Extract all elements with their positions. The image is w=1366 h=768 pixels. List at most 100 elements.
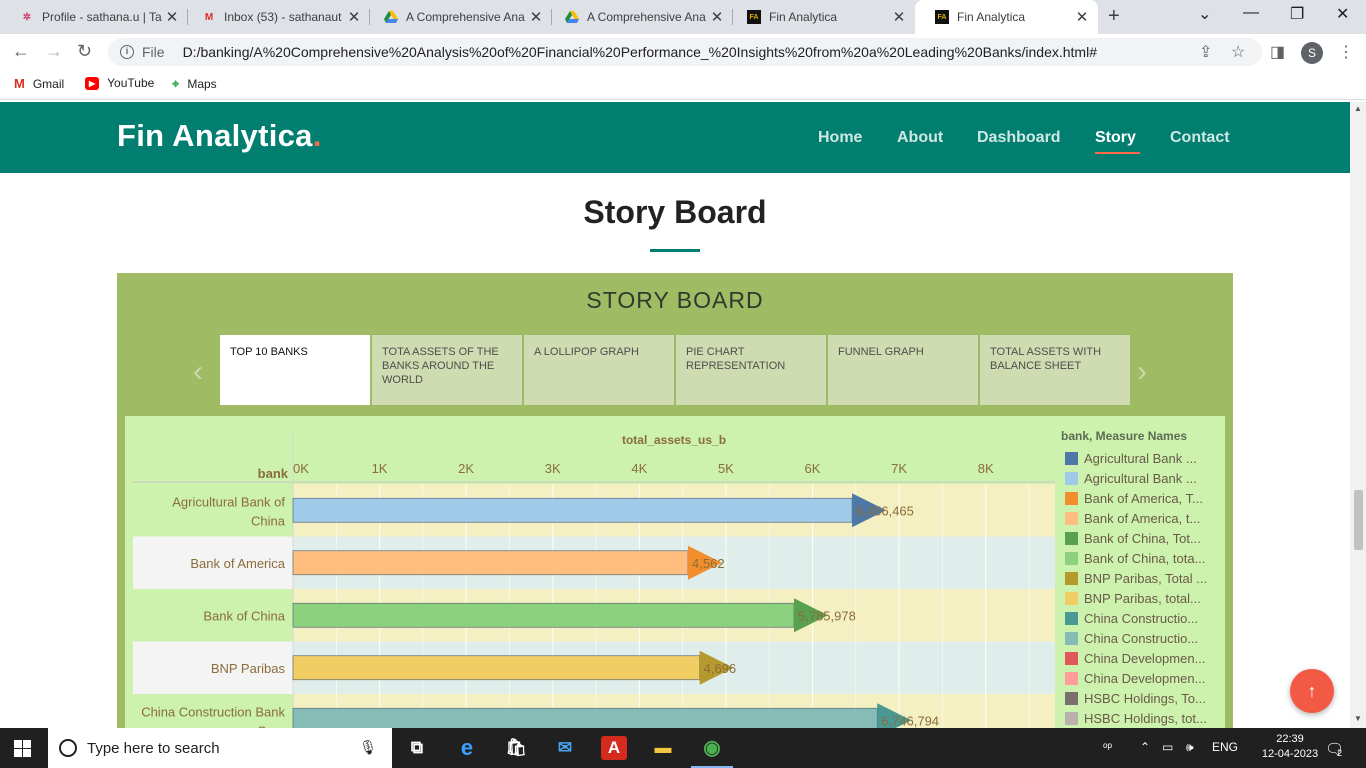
category-label: China [251,513,286,528]
close-icon[interactable]: ✕ [346,8,362,26]
story-point-4[interactable]: PIE CHART REPRESENTATION [676,335,826,405]
url-text[interactable]: D:/banking/A%20Comprehensive%20Analysis%… [183,44,1097,60]
notification-count: 2 [1337,748,1343,758]
taskbar-clock[interactable]: 22:39 12-04-2023 [1258,732,1322,762]
people-icon[interactable]: ᵒᵖ [1103,740,1112,754]
legend-item[interactable]: Agricultural Bank ... [1065,451,1197,466]
back-icon[interactable]: ← [12,41,30,62]
legend-swatch [1065,532,1078,545]
browser-tab[interactable]: FA Fin Analytica ✕ [727,0,915,34]
scroll-down-icon[interactable]: ▼ [1354,714,1362,723]
profile-avatar[interactable]: S [1301,42,1323,64]
tab-title: A Comprehensive Ana [406,10,525,24]
data-label: 4,696 [704,661,737,676]
legend-item[interactable]: Bank of America, t... [1065,511,1200,526]
close-icon[interactable]: ✕ [164,8,180,26]
acrobat-icon[interactable]: A [601,736,627,760]
forward-icon[interactable]: → [45,41,63,62]
legend-item[interactable]: Bank of China, tota... [1065,551,1205,566]
legend-item[interactable]: HSBC Holdings, tot... [1065,711,1207,726]
scrollbar-thumb[interactable] [1354,490,1363,550]
close-icon[interactable]: ✕ [1074,8,1090,26]
x-tick-label: 8K [978,461,994,476]
chrome-icon[interactable]: ◉ [691,736,733,768]
nav-story[interactable]: Story [1095,129,1136,147]
site-logo[interactable]: Fin Analytica. [117,118,322,154]
legend-item[interactable]: HSBC Holdings, To... [1065,691,1206,706]
legend-item[interactable]: China Constructio... [1065,611,1198,626]
bookmark-label: YouTube [107,76,155,90]
bookmark-gmail[interactable]: M Gmail [14,76,64,91]
language-indicator[interactable]: ENG [1212,740,1238,754]
legend-item[interactable]: China Developmen... [1065,651,1205,666]
browser-tab[interactable]: A Comprehensive Ana ✕ [364,0,552,34]
browser-tab-active[interactable]: FA Fin Analytica ✕ [915,0,1098,34]
bookmark-maps[interactable]: ⌖ Maps [172,76,217,92]
taskbar-search[interactable]: Type here to search 🎙 [48,728,392,768]
menu-icon[interactable]: ⋮ [1338,42,1354,62]
drive-icon [565,10,579,24]
legend-swatch [1065,552,1078,565]
legend-label: Bank of China, Tot... [1084,531,1201,546]
volume-icon[interactable]: 🕪 [1186,740,1194,755]
tab-title: Fin Analytica [957,10,1026,24]
legend-item[interactable]: BNP Paribas, Total ... [1065,571,1207,586]
file-explorer-icon[interactable]: ▬ [650,736,676,760]
nav-dashboard[interactable]: Dashboard [977,129,1061,147]
site-header: Fin Analytica. Home About Dashboard Stor… [0,102,1350,173]
edge-icon[interactable]: e [454,736,480,760]
legend-item[interactable]: China Constructio... [1065,631,1198,646]
legend-item[interactable]: Bank of America, T... [1065,491,1203,506]
story-prev-icon[interactable]: ‹ [193,355,203,389]
story-point-6[interactable]: TOTAL ASSETS WITH BALANCE SHEET [980,335,1130,405]
file-label: File [142,44,165,60]
browser-tab[interactable]: ✲ Profile - sathana.u | Ta ✕ [0,0,188,34]
share-icon[interactable]: ⇪ [1199,42,1212,62]
tab-title: Inbox (53) - sathanaut [224,10,342,24]
bar-chart-dashboard: total_assets_us_b bank 0K 1K 2K 3K 4K 5K 6K 7K 8K 6… [125,416,1225,728]
legend-swatch [1065,672,1078,685]
category-label: China Construction Bank [141,704,285,719]
tab-search-icon[interactable]: ⌄ [1198,4,1211,24]
scroll-up-icon[interactable]: ▲ [1354,104,1362,113]
legend-item[interactable]: China Developmen... [1065,671,1205,686]
bar [292,655,700,681]
close-icon[interactable]: ✕ [528,8,544,26]
store-icon[interactable]: 🛍 [503,736,529,760]
story-next-icon[interactable]: › [1137,355,1147,389]
restore-icon[interactable]: ❐ [1290,4,1304,24]
bookmark-star-icon[interactable]: ☆ [1231,42,1245,62]
browser-tab[interactable]: A Comprehensive Ana ✕ [545,0,733,34]
browser-tab[interactable]: M Inbox (53) - sathanaut ✕ [182,0,370,34]
close-window-icon[interactable]: ✕ [1336,4,1349,24]
story-point-2[interactable]: TOTA ASSETS OF THE BANKS AROUND THE WORL… [372,335,522,405]
page-scrollbar[interactable]: ▲ ▼ [1350,102,1366,728]
legend-label: China Developmen... [1084,651,1206,666]
windows-start-icon[interactable] [14,740,31,757]
legend-label: HSBC Holdings, To... [1084,691,1206,706]
nav-home[interactable]: Home [818,129,862,147]
microphone-icon[interactable]: 🎙 [359,739,377,756]
side-panel-icon[interactable]: ◨ [1270,42,1285,62]
story-point-3[interactable]: A LOLLIPOP GRAPH [524,335,674,405]
info-icon[interactable]: i [120,45,134,59]
legend-item[interactable]: Agricultural Bank ... [1065,471,1197,486]
task-view-icon[interactable]: ⧉ [404,736,430,760]
nav-contact[interactable]: Contact [1170,129,1230,147]
nav-about[interactable]: About [897,129,943,147]
minimize-icon[interactable]: — [1243,4,1259,22]
close-icon[interactable]: ✕ [891,8,907,26]
reload-icon[interactable]: ↻ [77,41,92,62]
legend-item[interactable]: Bank of China, Tot... [1065,531,1201,546]
legend-item[interactable]: BNP Paribas, total... [1065,591,1201,606]
close-icon[interactable]: ✕ [709,8,725,26]
chevron-up-icon[interactable]: ⌃ [1140,740,1150,754]
story-point-5[interactable]: FUNNEL GRAPH [828,335,978,405]
bookmark-youtube[interactable]: ▶ YouTube [85,76,154,90]
story-point-1[interactable]: TOP 10 BANKS [220,335,370,405]
scroll-to-top-button[interactable]: ↑ [1290,669,1334,713]
mail-icon[interactable]: ✉ [552,736,578,760]
new-tab-icon[interactable]: + [1108,5,1120,28]
battery-icon[interactable]: ▭ [1162,740,1173,754]
address-bar[interactable]: i File D:/banking/A%20Comprehensive%20An… [108,38,1262,66]
